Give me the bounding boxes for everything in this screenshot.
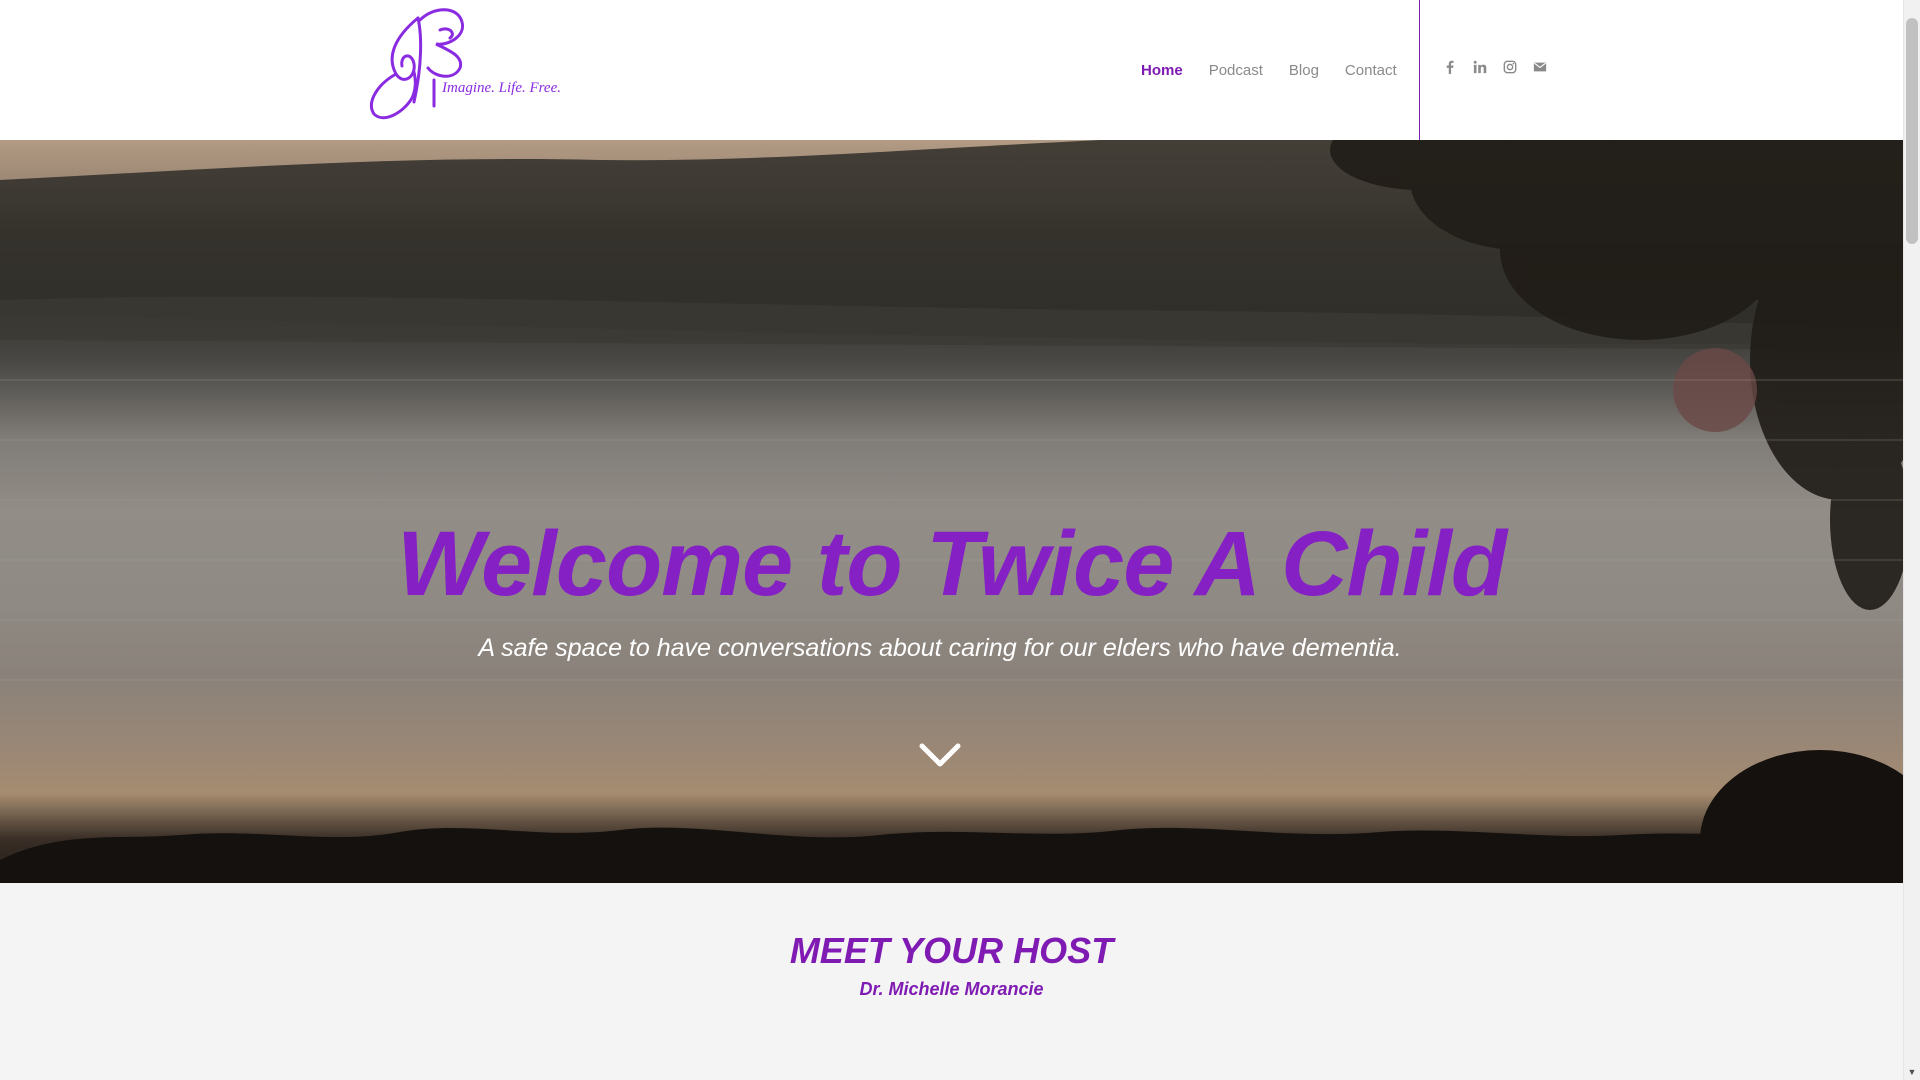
- nav-item-podcast[interactable]: Podcast: [1196, 62, 1276, 79]
- meet-host-section: MEET YOUR HOST Dr. Michelle Morancie: [0, 883, 1903, 1080]
- social-links: [1442, 59, 1548, 75]
- instagram-icon[interactable]: [1502, 59, 1518, 75]
- butterfly-logo-icon: [370, 8, 465, 120]
- scrollbar-thumb[interactable]: [1906, 18, 1918, 244]
- mail-icon[interactable]: [1532, 59, 1548, 75]
- linkedin-icon[interactable]: [1472, 59, 1488, 75]
- main-nav: Home Podcast Blog Contact: [1128, 0, 1410, 140]
- hero-title: Welcome to Twice A Child: [396, 513, 1507, 615]
- nav-item-home[interactable]: Home: [1128, 62, 1196, 79]
- hero-banner: Welcome to Twice A Child A safe space to…: [0, 140, 1903, 883]
- nav-item-contact[interactable]: Contact: [1332, 62, 1410, 79]
- page-scrollbar[interactable]: ▼: [1903, 0, 1920, 1080]
- site-header: Imagine. Life. Free. Home Podcast Blog C…: [0, 0, 1903, 140]
- hero-subtitle: A safe space to have conversations about…: [478, 634, 1402, 662]
- facebook-icon[interactable]: [1442, 59, 1458, 75]
- scroll-down-arrow-icon[interactable]: ▼: [1904, 1063, 1920, 1080]
- nav-divider: [1419, 0, 1420, 140]
- nav-item-blog[interactable]: Blog: [1276, 62, 1332, 79]
- logo-tagline: Imagine. Life. Free.: [442, 80, 561, 96]
- site-logo[interactable]: Imagine. Life. Free.: [356, 6, 571, 124]
- chevron-down-icon[interactable]: [918, 740, 962, 770]
- host-name: Dr. Michelle Morancie: [859, 979, 1044, 999]
- host-heading: MEET YOUR HOST: [789, 930, 1114, 971]
